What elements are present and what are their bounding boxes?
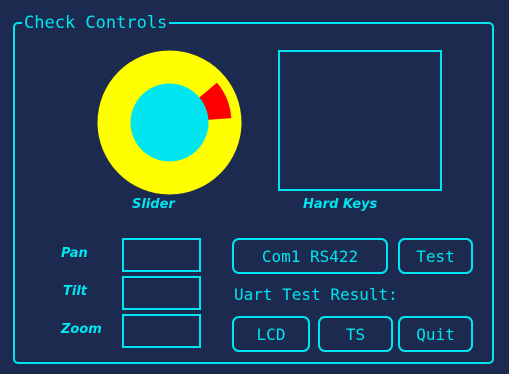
com1-rs422-button[interactable]: Com1 RS422 <box>232 238 388 274</box>
lcd-button[interactable]: LCD <box>232 316 310 352</box>
zoom-label: Zoom <box>61 322 102 337</box>
slider-center <box>130 83 209 162</box>
slider-dial[interactable] <box>97 50 242 195</box>
check-controls-screen: Check Controls Slider Hard Keys Pan Tilt… <box>0 0 509 374</box>
tilt-field[interactable] <box>122 276 201 310</box>
pan-label: Pan <box>61 246 88 261</box>
tilt-label: Tilt <box>63 284 87 299</box>
ts-button[interactable]: TS <box>318 316 393 352</box>
zoom-field[interactable] <box>122 314 201 348</box>
hard-keys-label: Hard Keys <box>303 197 378 212</box>
pan-field[interactable] <box>122 238 201 272</box>
slider-label: Slider <box>132 197 175 212</box>
group-title: Check Controls <box>22 13 170 33</box>
quit-button[interactable]: Quit <box>398 316 473 352</box>
uart-test-result-label: Uart Test Result: <box>234 285 398 304</box>
test-button[interactable]: Test <box>398 238 473 274</box>
hard-keys-box <box>278 50 442 191</box>
